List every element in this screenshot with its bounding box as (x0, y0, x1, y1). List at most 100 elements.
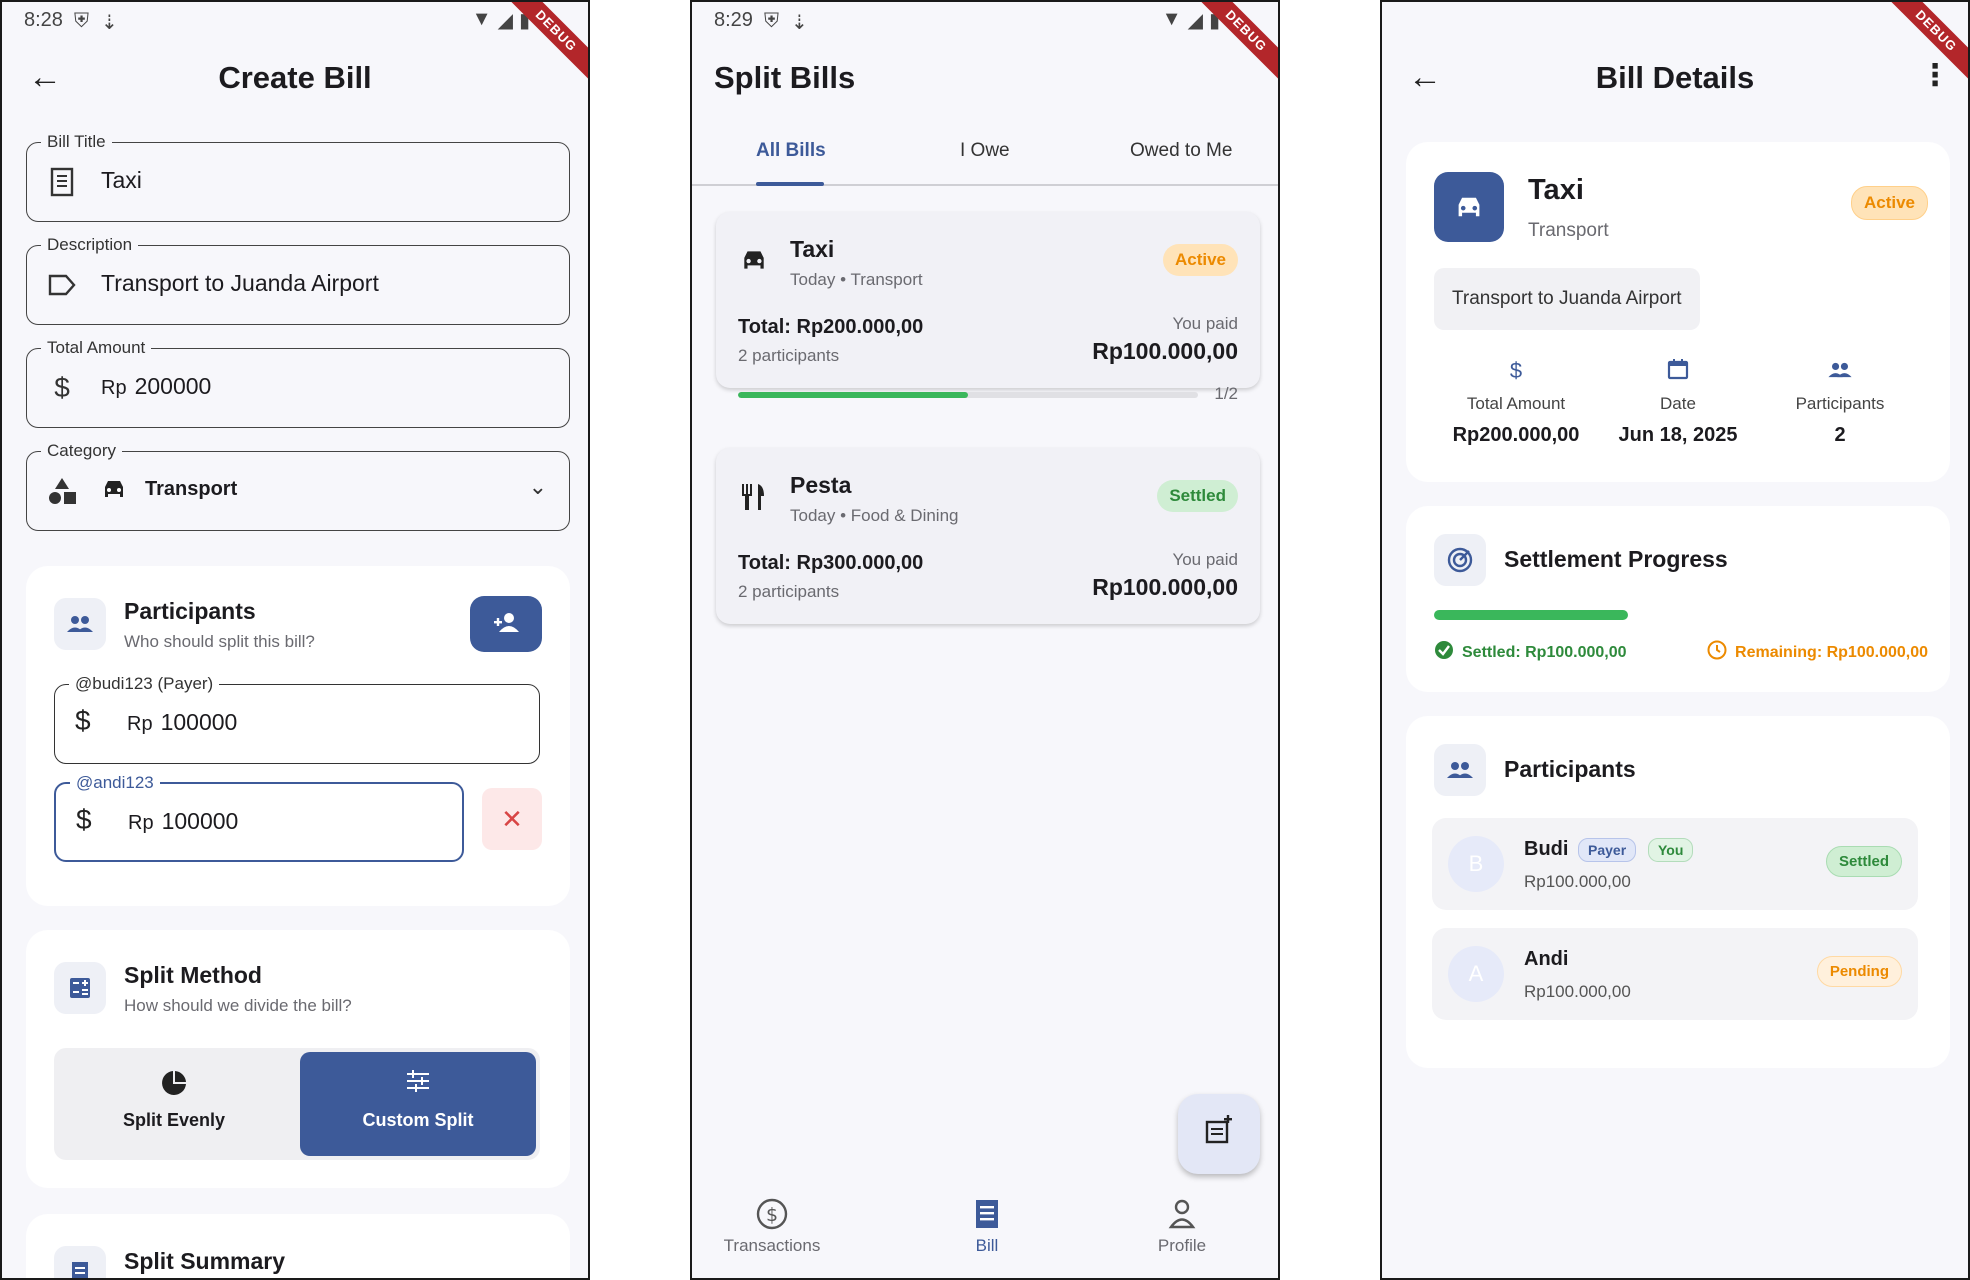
settled-amount: Settled: Rp100.000,00 (1434, 640, 1627, 665)
field-label: Description (41, 235, 139, 255)
status-time: 8:28 (24, 9, 63, 31)
wifi-icon: ▼ (471, 8, 492, 30)
status-badge: Active (1850, 186, 1928, 220)
receipt-icon (47, 165, 77, 199)
tab-owed-to-me[interactable]: Owed to Me (1130, 140, 1232, 162)
payer-chip: Payer (1578, 838, 1637, 862)
bill-details-screen: DEBUG ← Bill Details ⋮ Taxi Transport Ac… (1380, 0, 1970, 1280)
bill-progress-bar (738, 392, 1198, 398)
remove-participant-button[interactable]: ✕ (482, 788, 542, 850)
tab-all-bills[interactable]: All Bills (756, 140, 826, 162)
currency-prefix: Rp (127, 713, 153, 735)
bill-name: Taxi (1528, 174, 1584, 206)
participant-amount-field[interactable]: @budi123 (Payer) $ Rp 100000 (54, 674, 540, 764)
bill-title-value: Taxi (101, 167, 142, 193)
participant-amount-field[interactable]: @andi123 $ Rp 100000 (54, 773, 464, 862)
status-time: 8:29 (714, 9, 753, 31)
stat-label: Date (1660, 394, 1696, 413)
nav-profile[interactable]: Profile (1112, 1198, 1252, 1256)
participant-label: @andi123 (70, 773, 160, 793)
people-icon (1750, 358, 1930, 386)
you-chip: You (1648, 838, 1694, 862)
remaining-amount: Remaining: Rp100.000,00 (1707, 640, 1928, 665)
signal-icon: ◢ (497, 10, 513, 32)
participant-row[interactable]: B Budi Payer You Rp100.000,00 Settled (1432, 818, 1918, 910)
participant-row[interactable]: A Andi Rp100.000,00 Pending (1432, 928, 1918, 1020)
nav-bill[interactable]: Bill (917, 1198, 1057, 1256)
bill-card-taxi[interactable]: Taxi Today • Transport Active Total: Rp2… (716, 212, 1260, 403)
split-method-card: Split Method How should we divide the bi… (26, 930, 570, 1188)
bill-title-field[interactable]: Bill Title Taxi (26, 132, 570, 222)
custom-split-label: Custom Split (362, 1110, 474, 1130)
participant-amount-value: 100000 (160, 709, 238, 735)
label-icon (47, 268, 77, 302)
status-badge: Settled (1157, 480, 1238, 512)
split-evenly-label: Split Evenly (122, 1110, 226, 1130)
app-bar: ← Bill Details ⋮ (1382, 44, 1968, 110)
split-evenly-option[interactable]: Split Evenly (54, 1048, 294, 1160)
participant-amount-value: 100000 (161, 808, 239, 834)
status-badge: Settled (1825, 846, 1902, 877)
person-add-icon (492, 612, 520, 637)
bill-category: Transport (1528, 220, 1609, 241)
status-badge: Active (1162, 244, 1238, 276)
stat-participants: Participants 2 (1750, 358, 1930, 447)
category-dropdown[interactable]: Category Transport ⌄ (26, 441, 570, 531)
stat-total-amount: $ Total Amount Rp200.000,00 (1426, 358, 1606, 447)
people-icon (54, 598, 106, 650)
create-bill-fab[interactable] (1178, 1094, 1260, 1174)
participants-title: Participants (1504, 756, 1636, 782)
nav-label: Bill (975, 1236, 999, 1255)
add-participant-button[interactable] (470, 596, 542, 652)
stat-value: Jun 18, 2025 (1618, 424, 1738, 446)
bill-summary-card: Taxi Transport Active Transport to Juand… (1406, 142, 1950, 482)
total-amount-field[interactable]: Total Amount $ Rp 200000 (26, 338, 570, 428)
currency-prefix: Rp (101, 377, 127, 399)
field-label: Category (41, 441, 122, 461)
usb-icon: ⇣ (791, 12, 808, 34)
bill-filter-tabs: All Bills I Owe Owed to Me (692, 130, 1278, 186)
tab-i-owe[interactable]: I Owe (960, 140, 1010, 162)
receipt-icon (917, 1198, 1057, 1236)
description-value: Transport to Juanda Airport (101, 270, 379, 296)
page-title: Split Bills (714, 60, 856, 95)
calculator-icon (54, 962, 106, 1014)
car-icon (101, 478, 127, 505)
remaining-text: Remaining: Rp100.000,00 (1735, 643, 1928, 661)
app-bar: ← Create Bill (2, 44, 588, 110)
field-label: Total Amount (41, 338, 152, 358)
stat-value: 2 (1834, 424, 1846, 446)
car-icon (740, 246, 768, 280)
you-paid-label: You paid (1172, 314, 1238, 333)
close-icon: ✕ (501, 803, 523, 834)
more-vert-icon[interactable]: ⋮ (1920, 58, 1950, 93)
custom-split-option[interactable]: Custom Split (300, 1052, 536, 1156)
field-label: Bill Title (41, 132, 112, 152)
bill-name: Taxi (790, 236, 835, 262)
app-bar: Split Bills (692, 44, 1278, 110)
stat-label: Participants (1795, 394, 1885, 413)
category-value: Transport (145, 478, 238, 500)
description-field[interactable]: Description Transport to Juanda Airport (26, 235, 570, 325)
tab-indicator (756, 182, 824, 186)
status-bar: 8:28 ⛨ ⇣ ▼ ◢ ▮ (2, 2, 588, 40)
dollar-icon: $ (54, 372, 70, 403)
category-icon (47, 474, 77, 508)
dollar-icon: $ (75, 705, 91, 736)
participants-title: Participants (124, 598, 256, 624)
post-add-icon (1204, 1115, 1234, 1153)
usb-icon: ⇣ (101, 12, 118, 34)
status-badge: Pending (1816, 956, 1902, 987)
split-method-title: Split Method (124, 962, 262, 988)
bill-progress-text: 1/2 (1214, 384, 1238, 403)
participants-subtitle: Who should split this bill? (124, 632, 315, 651)
dollar-icon: $ (76, 804, 92, 835)
shield-icon: ⛨ (764, 10, 779, 32)
you-paid-amount: Rp100.000,00 (1092, 338, 1238, 364)
participant-name: Budi (1524, 838, 1569, 860)
bill-card-pesta[interactable]: Pesta Today • Food & Dining Settled Tota… (716, 448, 1260, 624)
chevron-down-icon: ⌄ (528, 474, 547, 499)
people-icon (1434, 744, 1486, 796)
nav-transactions[interactable]: $ Transactions (702, 1198, 842, 1256)
person-icon (1112, 1198, 1252, 1236)
